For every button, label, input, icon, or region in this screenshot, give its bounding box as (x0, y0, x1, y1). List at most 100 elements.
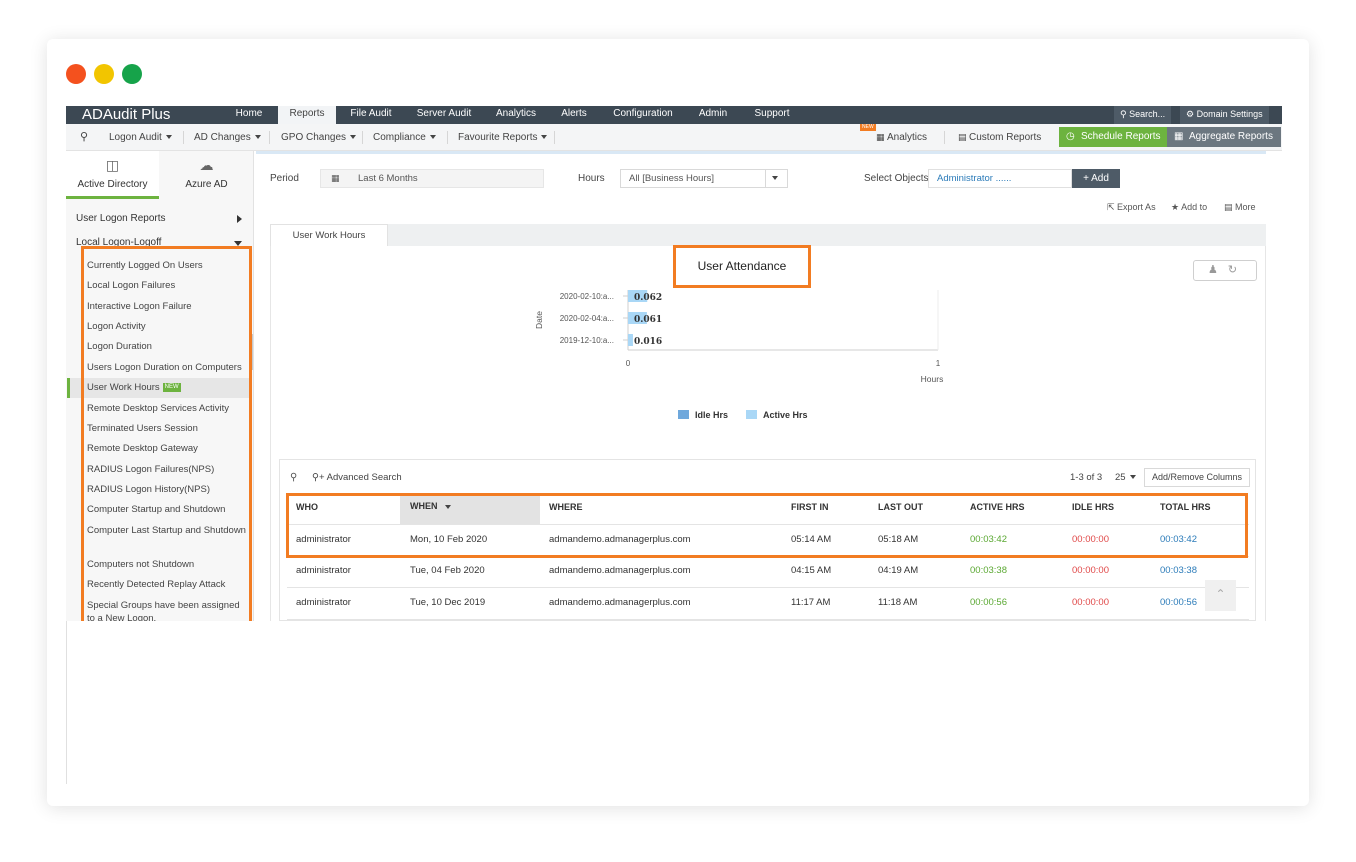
star-icon: ★ (1171, 202, 1182, 212)
custom-reports-link[interactable]: ▤ Custom Reports (958, 124, 1041, 151)
table-highlight-box (286, 493, 1248, 558)
close-window-dot[interactable] (66, 64, 86, 84)
legend-label: Active Hrs (763, 410, 808, 420)
row-divider (287, 619, 1249, 620)
analytics-link[interactable]: ▦ Analytics (876, 124, 927, 151)
legend-label: Idle Hrs (695, 410, 728, 420)
tab-active-directory-label: Active Directory (77, 179, 148, 190)
building-icon: ◫ (105, 157, 120, 173)
filter-bar-accent (256, 151, 1266, 154)
aggregate-reports-button[interactable]: ▦ Aggregate Reports (1167, 127, 1281, 147)
calendar-icon: ▦ (331, 173, 340, 183)
analytics-icon: ▦ (876, 132, 888, 142)
nav-tab-reports[interactable]: Reports (278, 106, 336, 124)
brand-logo: ADAudit Plus (82, 106, 171, 123)
menu-favourite-reports[interactable]: Favourite Reports (458, 124, 548, 151)
gear-icon: ⚙ (1186, 109, 1197, 119)
nav-tab-home[interactable]: Home (226, 106, 272, 124)
sub-nav: ⚲ Logon Audit AD Changes GPO Changes Com… (66, 124, 1282, 151)
aggregate-icon: ▦ (1174, 131, 1184, 142)
cell-idle-hrs: 00:00:00 (1072, 565, 1109, 576)
bar-active-hrs (628, 334, 633, 346)
domain-settings-label: Domain Settings (1196, 109, 1263, 119)
select-objects-input[interactable]: Administrator ...... (928, 169, 1072, 188)
more-button[interactable]: ▤ More (1224, 202, 1256, 213)
top-nav: ADAudit Plus Home Reports File Audit Ser… (66, 106, 1282, 124)
menu-search-icon[interactable]: ⚲ (80, 124, 88, 151)
hours-dropdown-toggle[interactable] (765, 170, 787, 187)
advanced-search-icon: ⚲+ (312, 472, 327, 483)
chevron-down-icon (165, 135, 172, 140)
global-search-label: Search... (1129, 109, 1166, 119)
user-icon[interactable]: ♟ (1208, 264, 1218, 276)
nav-tab-alerts[interactable]: Alerts (554, 106, 594, 124)
schedule-reports-button[interactable]: ◷ Schedule Reports (1059, 127, 1169, 147)
y-tick-label: 2020-02-10:a... (560, 292, 614, 301)
add-to-button[interactable]: ★ Add to (1171, 202, 1207, 213)
advanced-search-button[interactable]: ⚲+ Advanced Search (312, 472, 402, 483)
chevron-right-icon (237, 215, 242, 223)
refresh-chart-icon[interactable]: ↻ (1228, 264, 1237, 276)
hours-select[interactable]: All [Business Hours] (620, 169, 788, 188)
cell-total-hrs: 00:00:56 (1160, 597, 1197, 608)
cell-first-in: 11:17 AM (791, 597, 831, 608)
add-object-button[interactable]: + Add (1072, 169, 1120, 188)
chevron-down-icon (772, 176, 778, 180)
more-icon: ▤ (1224, 202, 1236, 212)
cell-who: administrator (296, 565, 351, 576)
period-label: Period (270, 173, 299, 184)
menu-ad-changes[interactable]: AD Changes (194, 124, 261, 151)
chevron-down-icon (1129, 475, 1136, 480)
x-tick-label: 1 (936, 359, 941, 368)
cell-where: admandemo.admanagerplus.com (549, 565, 691, 576)
menu-divider (362, 131, 363, 144)
export-as-button[interactable]: ⇱ Export As (1107, 202, 1156, 213)
cell-when: Tue, 04 Feb 2020 (410, 565, 485, 576)
sidebar-highlight-box (81, 246, 252, 621)
analytics-new-badge: NEW (860, 124, 876, 131)
select-objects-label: Select Objects (864, 173, 929, 184)
nav-tab-server-audit[interactable]: Server Audit (408, 106, 480, 124)
page-size-select[interactable]: 25 (1115, 472, 1136, 483)
tab-azure-ad[interactable]: ☁ Azure AD (160, 151, 253, 199)
hours-label: Hours (578, 173, 605, 184)
y-tick-label: 2019-12-10:a... (560, 336, 614, 345)
x-axis-label: Hours (921, 374, 944, 384)
export-icon: ⇱ (1107, 202, 1118, 212)
cell-last-out: 11:18 AM (878, 597, 918, 608)
data-label: 0.062 (634, 293, 662, 303)
nav-tab-support[interactable]: Support (746, 106, 798, 124)
menu-compliance[interactable]: Compliance (373, 124, 436, 151)
domain-settings-button[interactable]: ⚙ Domain Settings (1180, 106, 1269, 124)
report-icon: ▤ (958, 132, 970, 142)
menu-logon-audit[interactable]: Logon Audit (109, 124, 172, 151)
nav-tab-analytics[interactable]: Analytics (490, 106, 542, 124)
tab-active-directory[interactable]: ◫ Active Directory (66, 151, 159, 199)
add-remove-columns-button[interactable]: Add/Remove Columns (1144, 468, 1250, 487)
scroll-to-top-button[interactable]: ⌃ (1205, 580, 1236, 611)
menu-gpo-changes[interactable]: GPO Changes (281, 124, 357, 151)
global-search-button[interactable]: ⚲ Search... (1114, 106, 1172, 124)
menu-divider (447, 131, 448, 144)
cell-last-out: 04:19 AM (878, 565, 919, 576)
nav-tab-configuration[interactable]: Configuration (606, 106, 680, 124)
y-axis-label: Date (534, 311, 544, 329)
cell-total-hrs: 00:03:38 (1160, 565, 1197, 576)
maximize-window-dot[interactable] (122, 64, 142, 84)
minimize-window-dot[interactable] (94, 64, 114, 84)
cell-active-hrs: 00:03:38 (970, 565, 1007, 576)
chevron-down-icon (541, 135, 548, 140)
chart-view-toggle[interactable]: ♟ ↻ (1193, 260, 1257, 281)
tab-azure-ad-label: Azure AD (185, 179, 228, 190)
cell-idle-hrs: 00:00:00 (1072, 597, 1109, 608)
nav-tab-file-audit[interactable]: File Audit (342, 106, 400, 124)
table-search-icon[interactable]: ⚲ (290, 472, 297, 483)
sidebar-border-continuation (66, 621, 67, 784)
section-user-logon-reports[interactable]: User Logon Reports (76, 213, 248, 224)
clock-icon: ◷ (1066, 131, 1075, 142)
period-select[interactable]: ▦ Last 6 Months (320, 169, 544, 188)
nav-tab-admin[interactable]: Admin (692, 106, 734, 124)
menu-divider (269, 131, 270, 144)
tab-user-work-hours[interactable]: User Work Hours (270, 224, 388, 246)
select-objects-value: Administrator ...... (937, 173, 1012, 184)
